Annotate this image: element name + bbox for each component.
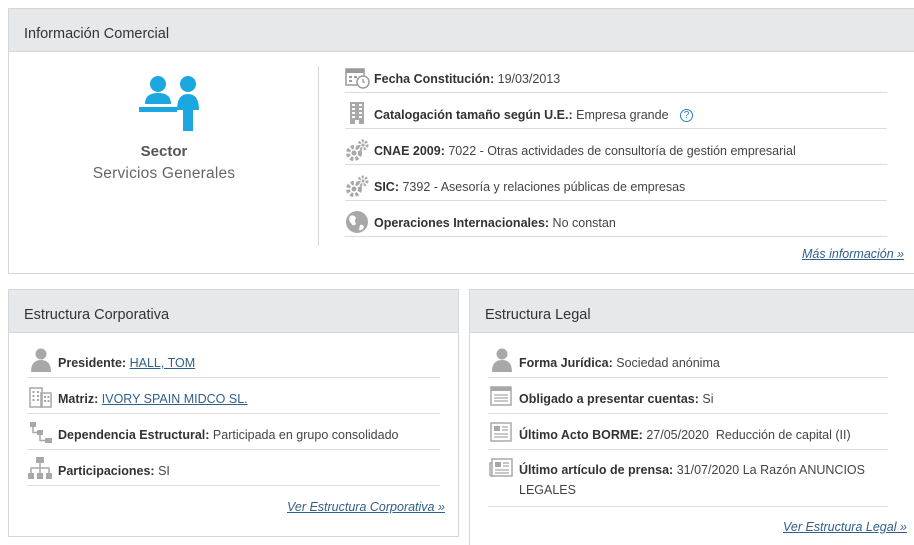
- field-value: Empresa grande: [576, 108, 669, 122]
- sector-box: Sector Servicios Generales: [9, 53, 319, 273]
- field-label: Catalogación tamaño según U.E.:: [374, 108, 573, 122]
- field-value: 7022 - Otras actividades de consultoría …: [448, 144, 796, 158]
- catalogacion-row: Catalogación tamaño según U.E.: Empresa …: [345, 99, 887, 129]
- panel-title: Estructura Legal: [470, 290, 914, 333]
- ver-estructura-corporativa-link[interactable]: Ver Estructura Corporativa »: [287, 500, 445, 514]
- field-value: Participada en grupo consolidado: [212, 428, 399, 442]
- field-value: 31/07/2020 La Razón ANUNCIOS: [676, 463, 865, 477]
- presidente-link[interactable]: HALL, TOM: [130, 356, 196, 370]
- help-icon[interactable]: ?: [680, 109, 694, 122]
- field-value: SI: [158, 464, 170, 478]
- field-label: Forma Jurídica:: [519, 356, 613, 370]
- mas-informacion-link[interactable]: Más información »: [802, 247, 904, 261]
- field-label: SIC:: [374, 180, 399, 194]
- estructura-corporativa-panel: Estructura Corporativa Presidente: HALL,…: [8, 289, 459, 537]
- gears-icon: [346, 175, 369, 197]
- fecha-constitucion-row: Fecha Constitución: 19/03/2013: [345, 63, 887, 93]
- obligado-cuentas-row: Obligado a presentar cuentas: Si: [488, 383, 888, 414]
- gazette-icon: [490, 422, 512, 442]
- field-value: No constan: [552, 216, 616, 230]
- ledger-icon: [490, 386, 512, 406]
- field-value: 19/03/2013: [497, 72, 561, 86]
- presidente-row: Presidente: HALL, TOM: [27, 347, 440, 378]
- dependencia-row: Dependencia Estructural: Participada en …: [27, 419, 440, 450]
- building-icon: [350, 102, 364, 124]
- ver-estructura-legal-link[interactable]: Ver Estructura Legal »: [783, 520, 907, 534]
- field-value: 7392 - Asesoría y relaciones públicas de…: [402, 180, 686, 194]
- field-label: Presidente:: [58, 356, 127, 370]
- vertical-divider: [318, 66, 319, 246]
- forma-juridica-row: Forma Jurídica: Sociedad anónima: [488, 347, 888, 378]
- info-comercial-panel: Información Comercial Sector Servicios G…: [8, 8, 914, 274]
- field-label: Participaciones:: [58, 464, 155, 478]
- gears-icon: [346, 139, 369, 161]
- hierarchy-icon: [30, 422, 52, 443]
- ultimo-acto-borme-row: Último Acto BORME: 27/05/2020 Reducción …: [488, 419, 888, 450]
- people-desk-icon: [139, 76, 199, 131]
- sector-value: Servicios Generales: [92, 165, 236, 182]
- field-label: Último artículo de prensa:: [519, 463, 674, 477]
- field-label: Fecha Constitución:: [374, 72, 495, 86]
- panel-title: Información Comercial: [9, 9, 914, 52]
- field-value: Si: [702, 392, 714, 406]
- org-chart-icon: [28, 457, 52, 479]
- sic-row: SIC: 7392 - Asesoría y relaciones públic…: [345, 171, 887, 201]
- buildings-icon: [29, 387, 52, 408]
- person-icon: [492, 348, 512, 372]
- calendar-clock-icon: [345, 68, 370, 89]
- field-value: 27/05/2020 Reducción de capital (II): [646, 428, 851, 442]
- field-label: CNAE 2009:: [374, 144, 445, 158]
- field-value-continued: LEGALES: [519, 483, 576, 497]
- estructura-legal-panel: Estructura Legal Forma Jurídica: Socieda…: [469, 289, 914, 545]
- ultimo-articulo-prensa-row: Último artículo de prensa: 31/07/2020 La…: [488, 455, 888, 507]
- field-label: Último Acto BORME:: [519, 428, 643, 442]
- participaciones-row: Participaciones: SI: [27, 455, 440, 486]
- globe-icon: [346, 211, 368, 233]
- field-label: Matriz:: [58, 392, 99, 406]
- field-label: Obligado a presentar cuentas:: [519, 392, 699, 406]
- sector-label: Sector: [140, 143, 188, 160]
- matriz-link[interactable]: IVORY SPAIN MIDCO SL.: [102, 392, 248, 406]
- person-icon: [31, 348, 51, 372]
- field-label: Dependencia Estructural:: [58, 428, 210, 442]
- newspaper-icon: [489, 458, 513, 477]
- matriz-row: Matriz: IVORY SPAIN MIDCO SL.: [27, 383, 440, 414]
- field-value: Sociedad anónima: [616, 356, 720, 370]
- operaciones-internacionales-row: Operaciones Internacionales: No constan: [345, 207, 887, 237]
- field-label: Operaciones Internacionales:: [374, 216, 550, 230]
- cnae-row: CNAE 2009: 7022 - Otras actividades de c…: [345, 135, 887, 165]
- panel-title: Estructura Corporativa: [9, 290, 458, 333]
